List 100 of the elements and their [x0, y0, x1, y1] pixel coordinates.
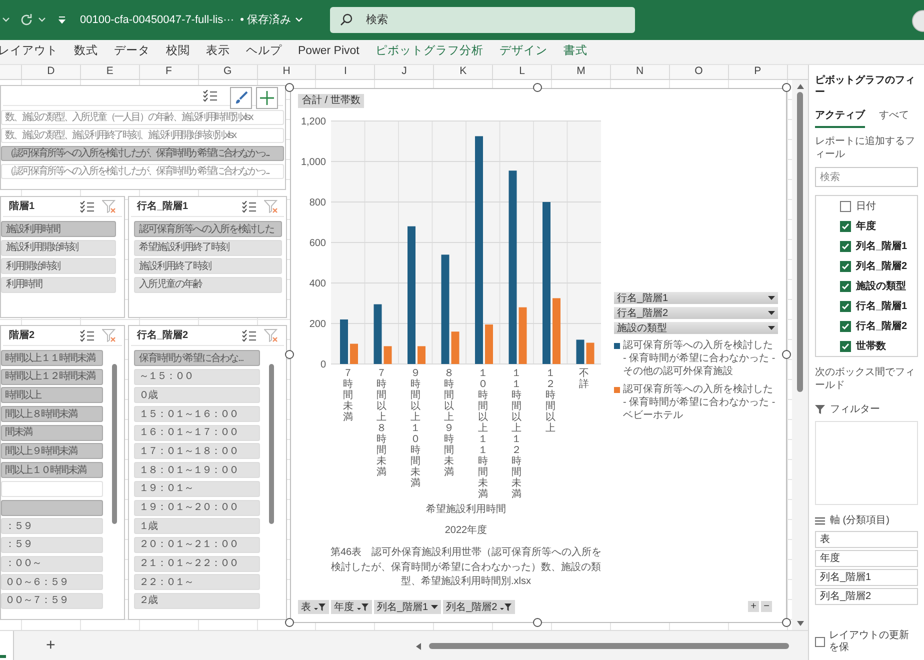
slicer-item[interactable]: ～１５：００	[134, 368, 260, 385]
ribbon-tab[interactable]: 表示	[206, 43, 230, 61]
column-header[interactable]: J	[402, 64, 407, 80]
resize-handle[interactable]	[782, 83, 791, 92]
slicer-item[interactable]: １９：０１～	[134, 480, 260, 497]
axis-field-item[interactable]: 表	[815, 531, 918, 548]
column-header[interactable]: O	[694, 64, 703, 80]
checkbox[interactable]	[815, 637, 825, 647]
slicer-item[interactable]: ００～７：５９	[1, 592, 103, 609]
ribbon-tab[interactable]: レイアウト	[0, 43, 58, 61]
chevron-down-icon[interactable]	[2, 17, 10, 23]
legend-field-button[interactable]: 施設の類型	[614, 322, 778, 334]
vertical-scrollbar[interactable]	[792, 80, 808, 630]
slicer-item[interactable]: 利用時間	[1, 276, 116, 292]
field-item[interactable]: 列名_階層1	[840, 237, 917, 255]
slicer-item[interactable]: １８：０１～１９：００	[134, 462, 260, 478]
ribbon-tab[interactable]: データ	[114, 43, 150, 61]
column-header[interactable]: F	[166, 64, 172, 80]
field-item[interactable]: 行名_階層1	[840, 297, 917, 315]
field-item[interactable]: 年度	[840, 217, 917, 235]
column-header[interactable]: K	[460, 64, 467, 80]
axis-field-item[interactable]: 列名_階層2	[815, 588, 918, 605]
ribbon-tab[interactable]: ヘルプ	[246, 43, 282, 61]
slicer-item[interactable]: （認可保育所等への入所を検討したが、保育時間が希望に合わなかっ...	[1, 164, 284, 179]
slicer-scrollbar[interactable]	[269, 364, 274, 524]
resize-handle[interactable]	[285, 83, 294, 92]
slicer-item[interactable]: （認可保育所等への入所を検討したが、保育時間が希望に合わなかっ...	[1, 146, 284, 161]
slicer-item[interactable]: １９：０１～２０：００	[134, 500, 260, 516]
multi-select-icon[interactable]	[80, 330, 94, 342]
checkbox[interactable]	[840, 240, 851, 252]
sheet-tab[interactable]	[0, 631, 14, 660]
axis-field-button[interactable]: 列名_階層1	[374, 600, 442, 614]
slicer-item[interactable]: 施設利用時間	[1, 221, 116, 237]
slicer-item[interactable]: 認可保育所等への入所を検討した	[134, 221, 282, 237]
resize-handle[interactable]	[285, 618, 294, 627]
slicer-item[interactable]: ２１：０１～２２：００	[134, 556, 260, 572]
save-status-button[interactable]: • 保存済み	[240, 12, 303, 28]
field-item[interactable]: 世帯数	[840, 337, 917, 355]
customize-toolbar-icon[interactable]	[58, 16, 66, 24]
scroll-up-icon[interactable]	[796, 84, 804, 89]
checkbox[interactable]	[840, 220, 851, 232]
axis-field-button[interactable]: 表	[298, 600, 329, 614]
ribbon-tab[interactable]: ピボットグラフ分析	[375, 43, 484, 61]
resize-handle[interactable]	[533, 618, 542, 627]
slicer-item[interactable]: 間以上８時間未満	[1, 406, 103, 422]
column-header[interactable]: I	[344, 64, 347, 80]
axis-field-item[interactable]: 年度	[815, 550, 918, 567]
zoom-button[interactable]: +	[748, 601, 759, 612]
ribbon-tab[interactable]: 数式	[74, 43, 98, 61]
ribbon-tab[interactable]: 書式	[563, 43, 588, 61]
resize-handle[interactable]	[533, 83, 542, 92]
value-field-button[interactable]: 合計 / 世帯数	[298, 94, 364, 108]
chevron-down-icon[interactable]	[38, 17, 46, 23]
pane-tab[interactable]: アクティブ	[815, 108, 865, 128]
multi-select-icon[interactable]	[242, 200, 256, 212]
legend-field-button[interactable]: 行名_階層2	[614, 307, 778, 319]
field-item[interactable]: 日付	[840, 197, 917, 215]
field-search-input[interactable]: 検索	[815, 167, 918, 187]
ribbon-tab[interactable]: 校閲	[166, 43, 190, 61]
column-header[interactable]: L	[519, 64, 525, 80]
slicer-item[interactable]: ２０：０１～２１：００	[134, 536, 260, 553]
slicer-item[interactable]: 間以上９時間未満	[1, 443, 103, 460]
slicer-item[interactable]: 利用開始時刻	[1, 258, 116, 274]
column-header[interactable]: E	[106, 64, 114, 80]
checkbox[interactable]	[840, 260, 851, 272]
ribbon-tab[interactable]: デザイン	[499, 43, 548, 61]
slicer-item[interactable]: ２歳	[134, 592, 260, 609]
slicer-item[interactable]: 入所児童の年齢	[134, 276, 282, 292]
column-header[interactable]: G	[224, 64, 232, 80]
resize-handle[interactable]	[782, 350, 791, 359]
defer-update-option[interactable]: レイアウトの更新を保	[815, 630, 918, 654]
slicer-item[interactable]: ０歳	[134, 387, 260, 404]
chart-elements-button[interactable]	[256, 87, 278, 109]
field-item[interactable]: 行名_階層2	[840, 317, 917, 335]
column-header[interactable]: N	[636, 64, 644, 80]
axis-field-button[interactable]: 年度	[331, 600, 372, 614]
slicer-item[interactable]: 施設利用終了時刻	[134, 258, 282, 274]
scroll-down-icon[interactable]	[796, 621, 804, 626]
slicer-item[interactable]: 時間以上１２時間未満	[1, 368, 103, 385]
slicer-item[interactable]: ：００～	[1, 556, 103, 572]
field-item[interactable]: 列名_階層2	[840, 257, 917, 275]
column-header[interactable]: D	[47, 64, 55, 80]
axis-field-item[interactable]: 列名_階層1	[815, 569, 918, 586]
slicer-item[interactable]: ２２：０１～	[134, 574, 260, 590]
multi-select-icon[interactable]	[80, 200, 94, 212]
checkbox[interactable]	[840, 340, 851, 352]
column-header[interactable]: M	[576, 64, 586, 80]
checkbox[interactable]	[840, 300, 851, 312]
chart-area[interactable]	[290, 88, 787, 623]
resize-handle[interactable]	[782, 618, 791, 627]
checkbox[interactable]	[840, 200, 851, 212]
slicer-item[interactable]: １５：０１～１６：００	[134, 406, 260, 422]
slicer-item[interactable]: ：５９	[1, 518, 103, 534]
slicer-item[interactable]: 希望施設利用終了時刻	[134, 240, 282, 256]
multi-select-icon[interactable]	[203, 90, 217, 102]
chart-styles-button[interactable]	[230, 87, 252, 109]
slicer-item[interactable]: 間以上１０時間未満	[1, 462, 103, 478]
checkbox[interactable]	[840, 280, 851, 292]
ribbon-tab[interactable]: Power Pivot	[298, 43, 360, 61]
slicer-item[interactable]: １歳	[134, 518, 260, 534]
